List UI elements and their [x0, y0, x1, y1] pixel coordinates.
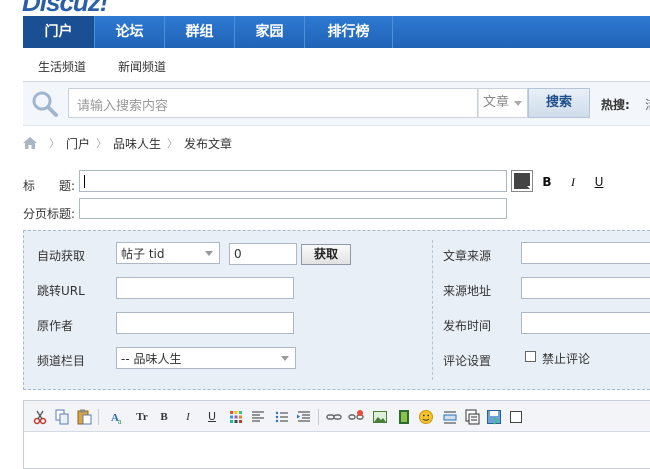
publish-time-input[interactable] [521, 312, 650, 334]
site-logo[interactable]: Discuz! [22, 0, 108, 16]
media-icon[interactable] [396, 409, 412, 425]
breadcrumb-separator: 〉 [167, 137, 179, 150]
title-underline-button[interactable]: U [590, 173, 608, 191]
search-icon [32, 91, 58, 117]
sub-nav: 生活频道 新闻频道 [23, 48, 650, 82]
hot-search-link[interactable]: 活动 [645, 96, 650, 113]
channel-label: 频道栏目 [37, 354, 86, 368]
breadcrumb: 〉 门户 〉 品味人生 〉 发布文章 [23, 135, 232, 151]
search-button[interactable]: 搜索 [528, 88, 590, 118]
cut-icon[interactable] [32, 409, 48, 425]
nav-item-forum[interactable]: 论坛 [95, 16, 165, 48]
fetch-id-input[interactable]: 0 [229, 243, 297, 265]
copy-icon[interactable] [54, 409, 70, 425]
source-url-label: 来源地址 [443, 284, 492, 298]
disable-comment-label[interactable]: 禁止评论 [542, 350, 590, 367]
title-label: 标 题: [23, 179, 76, 193]
nav-item-portal[interactable]: 门户 [23, 16, 95, 48]
author-label: 原作者 [37, 319, 74, 333]
font-icon[interactable]: A a [110, 409, 126, 425]
source-label: 文章来源 [443, 249, 492, 263]
home-icon[interactable] [23, 137, 37, 149]
chevron-down-icon [514, 101, 522, 106]
font-size-icon[interactable]: Tr [134, 409, 150, 425]
color-icon[interactable] [228, 409, 244, 425]
source-input[interactable] [521, 242, 650, 264]
chevron-down-icon [527, 186, 531, 190]
smiley-icon[interactable] [418, 409, 434, 425]
more-checkbox-icon[interactable] [508, 409, 524, 425]
subtitle-input[interactable] [79, 198, 507, 219]
bold-icon[interactable]: B [156, 409, 172, 425]
subtitle-label: 分页标题: [23, 207, 76, 221]
fetch-button[interactable]: 获取 [301, 244, 351, 265]
quote-icon[interactable] [442, 409, 458, 425]
redirect-url-input[interactable] [116, 277, 294, 299]
disable-comment-checkbox[interactable] [525, 351, 536, 362]
link-icon[interactable] [326, 409, 342, 425]
image-icon[interactable] [372, 409, 388, 425]
list-icon[interactable] [274, 409, 290, 425]
channel-select[interactable]: -- 品味人生 [116, 347, 296, 369]
comment-settings-label: 评论设置 [443, 354, 492, 368]
align-icon[interactable] [250, 409, 266, 425]
save-icon[interactable] [486, 409, 502, 425]
subnav-item-life[interactable]: 生活频道 [38, 58, 86, 75]
title-color-picker[interactable] [511, 170, 533, 192]
redirect-url-label: 跳转URL [37, 284, 85, 298]
nav-item-group[interactable]: 群组 [165, 16, 235, 48]
publish-time-label: 发布时间 [443, 319, 492, 333]
text-caret [84, 175, 85, 188]
breadcrumb-separator: 〉 [96, 137, 108, 150]
breadcrumb-separator: 〉 [49, 137, 60, 150]
editor-toolbar: A a Tr B I U [24, 401, 650, 432]
author-input[interactable] [116, 312, 294, 334]
breadcrumb-category[interactable]: 品味人生 [113, 135, 161, 152]
nav-item-ranking[interactable]: 排行榜 [305, 16, 393, 48]
title-bold-button[interactable]: B [538, 173, 556, 191]
search-bar: 请输入搜索内容 文章 搜索 热搜: 活动 [23, 82, 650, 126]
fetch-type-select[interactable]: 帖子 tid [116, 242, 220, 264]
hot-search-label: 热搜: [601, 98, 630, 112]
main-nav: 门户 论坛 群组 家园 排行榜 [23, 16, 650, 48]
unlink-icon[interactable] [348, 409, 364, 425]
search-type-select[interactable]: 文章 [478, 88, 528, 118]
code-icon[interactable] [464, 409, 480, 425]
subnav-item-news[interactable]: 新闻频道 [118, 58, 166, 75]
source-url-input[interactable] [521, 277, 650, 299]
title-italic-button[interactable]: I [564, 173, 582, 191]
title-input[interactable] [79, 170, 507, 192]
toolbar-separator [318, 409, 319, 425]
auto-fetch-label: 自动获取 [37, 249, 86, 263]
fetch-type-value: 帖子 tid [121, 247, 165, 261]
breadcrumb-current: 发布文章 [184, 136, 233, 151]
svg-text:a: a [118, 417, 122, 425]
search-type-label: 文章 [483, 95, 510, 110]
chevron-down-icon [281, 356, 289, 361]
search-input[interactable]: 请输入搜索内容 [68, 88, 478, 118]
logo-strip: Discuz! [0, 0, 650, 16]
italic-icon[interactable]: I [180, 409, 196, 425]
toolbar-separator [98, 409, 99, 425]
panel-divider [432, 240, 433, 380]
underline-icon[interactable]: U [204, 409, 220, 425]
breadcrumb-portal[interactable]: 门户 [66, 135, 90, 152]
chevron-down-icon [205, 251, 213, 256]
indent-icon[interactable] [296, 409, 312, 425]
content-editor: A a Tr B I U [23, 400, 650, 469]
nav-item-home[interactable]: 家园 [235, 16, 305, 48]
paste-icon[interactable] [76, 409, 92, 425]
channel-value: -- 品味人生 [121, 352, 182, 366]
